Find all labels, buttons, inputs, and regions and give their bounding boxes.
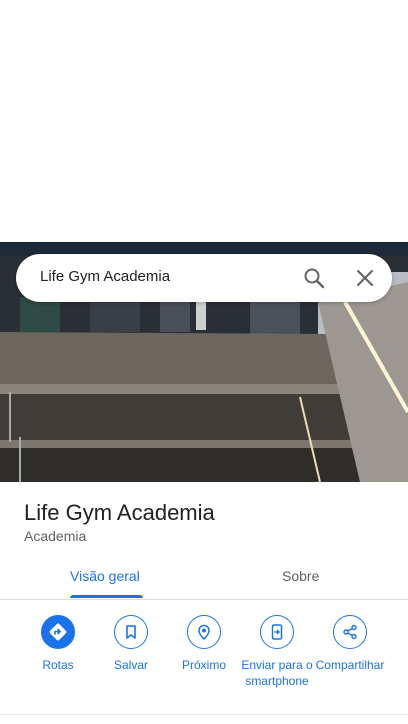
- directions-button[interactable]: Rotas: [18, 615, 98, 673]
- close-icon[interactable]: [353, 266, 377, 290]
- send-to-phone-label: Enviar para o smartphone: [241, 658, 313, 688]
- tab-about[interactable]: Sobre: [282, 568, 319, 584]
- bookmark-icon: [114, 615, 148, 649]
- nearby-icon: [187, 615, 221, 649]
- share-icon: [333, 615, 367, 649]
- tab-bar: Visão geral Sobre: [0, 556, 408, 600]
- directions-icon: [41, 615, 75, 649]
- save-button[interactable]: Salvar: [91, 615, 171, 673]
- tab-overview[interactable]: Visão geral: [70, 568, 140, 584]
- send-to-phone-button[interactable]: Enviar para o smartphone: [237, 615, 317, 689]
- search-bar[interactable]: Life Gym Academia: [16, 254, 392, 302]
- place-title: Life Gym Academia: [24, 500, 215, 525]
- directions-label: Rotas: [42, 658, 74, 672]
- share-label: Compartilhar: [315, 658, 385, 672]
- active-tab-indicator: [70, 595, 143, 598]
- divider: [0, 714, 408, 715]
- search-icon[interactable]: [302, 266, 326, 290]
- share-button[interactable]: Compartilhar: [310, 615, 390, 673]
- nearby-button[interactable]: Próximo: [164, 615, 244, 673]
- send-to-phone-icon: [260, 615, 294, 649]
- search-query[interactable]: Life Gym Academia: [40, 268, 170, 285]
- place-category[interactable]: Academia: [24, 528, 86, 544]
- save-label: Salvar: [113, 658, 148, 672]
- nearby-label: Próximo: [181, 658, 226, 672]
